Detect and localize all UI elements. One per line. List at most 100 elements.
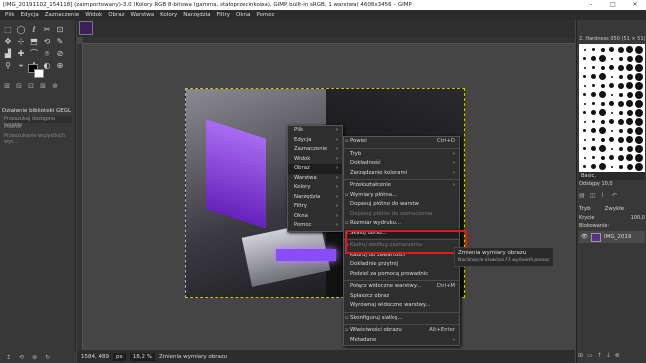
menu-image[interactable]: Obraz xyxy=(105,10,127,20)
brush-thumbnail[interactable] xyxy=(607,108,616,117)
ctx-edit[interactable]: Edycja › xyxy=(288,136,342,146)
brush-thumbnail[interactable] xyxy=(607,90,616,99)
brush-thumbnail[interactable] xyxy=(625,162,634,171)
brush-thumbnail[interactable] xyxy=(589,108,598,117)
layer-mode-row[interactable]: Tryb Zwykłe xyxy=(579,206,645,212)
brush-thumbnail[interactable] xyxy=(589,117,598,126)
flatten-item[interactable]: Spłaszcz obraz xyxy=(344,292,459,302)
gegl-search-input[interactable]: Przeszukaj dostępne korekty xyxy=(4,116,72,128)
vertical-ruler[interactable] xyxy=(77,44,83,350)
ctx-file[interactable]: Plik › xyxy=(288,126,342,136)
transform-item[interactable]: Przekształcenie › xyxy=(344,181,459,191)
brush-thumbnail[interactable] xyxy=(616,153,625,162)
undo-tab-icon[interactable]: ↶ xyxy=(612,192,620,200)
brush-thumbnail[interactable] xyxy=(625,54,634,63)
menu-select[interactable]: Zaznaczenie xyxy=(42,10,83,20)
opacity-row[interactable]: Krycie 100,0 xyxy=(579,215,645,221)
crop-tool-icon[interactable]: ⊡ xyxy=(54,24,66,35)
brush-thumbnail[interactable] xyxy=(616,81,625,90)
ctx-windows[interactable]: Okna › xyxy=(288,212,342,222)
menu-colors[interactable]: Kolory xyxy=(157,10,180,20)
brush-thumbnail[interactable] xyxy=(634,162,643,171)
opacity-value[interactable]: 100,0 xyxy=(631,215,645,221)
brush-thumbnail[interactable] xyxy=(580,153,589,162)
delete-options-icon[interactable]: ⊗ xyxy=(32,354,37,361)
brush-thumbnail[interactable] xyxy=(634,108,643,117)
canvas-size-item[interactable]: ▫ Wymiary płótna... xyxy=(344,191,459,201)
brush-thumbnail[interactable] xyxy=(625,108,634,117)
background-color[interactable] xyxy=(34,69,44,78)
new-group-icon[interactable]: ▭ xyxy=(587,352,593,359)
lower-layer-icon[interactable]: ↓ xyxy=(606,352,611,359)
brush-thumbnail[interactable] xyxy=(616,126,625,135)
bucket-fill-tool-icon[interactable]: ▟ xyxy=(2,48,14,59)
brush-thumbnail[interactable] xyxy=(625,63,634,72)
guillotine-item[interactable]: Podziel za pomocą prowadnic xyxy=(344,270,459,280)
brush-thumbnail[interactable] xyxy=(607,45,616,54)
brush-thumbnail[interactable] xyxy=(607,81,616,90)
horizontal-ruler[interactable] xyxy=(83,37,575,44)
ctx-select[interactable]: Zaznaczenie › xyxy=(288,145,342,155)
brush-thumbnail[interactable] xyxy=(589,153,598,162)
device-status-tab-icon[interactable]: ⊟ xyxy=(14,82,24,91)
paths-tab-icon[interactable]: ⌇ xyxy=(601,192,609,200)
brush-thumbnail[interactable] xyxy=(580,126,589,135)
minimize-icon[interactable]: – xyxy=(580,0,602,10)
menu-layer[interactable]: Warstwa xyxy=(128,10,158,20)
mode-item[interactable]: Tryb › xyxy=(344,150,459,160)
slice-guides-item[interactable]: Dokładnie przytnij xyxy=(344,260,459,270)
fit-canvas-layers-item[interactable]: Dopasuj płótno do warstw xyxy=(344,200,459,210)
brush-thumbnail[interactable] xyxy=(589,63,598,72)
brush-thumbnail[interactable] xyxy=(580,135,589,144)
menu-windows[interactable]: Okna xyxy=(233,10,253,20)
brush-thumbnail[interactable] xyxy=(589,162,598,171)
brush-thumbnail[interactable] xyxy=(580,81,589,90)
brush-thumbnail[interactable] xyxy=(616,135,625,144)
brush-thumbnail[interactable] xyxy=(598,153,607,162)
free-select-tool-icon[interactable]: ℓ xyxy=(28,24,40,35)
ctx-help[interactable]: Pomoc › xyxy=(288,221,342,231)
brush-thumbnail[interactable] xyxy=(607,153,616,162)
brush-thumbnail[interactable] xyxy=(625,144,634,153)
brush-thumbnail[interactable] xyxy=(607,54,616,63)
brush-thumbnail[interactable] xyxy=(589,72,598,81)
brush-thumbnail[interactable] xyxy=(580,108,589,117)
brush-thumbnail[interactable] xyxy=(598,45,607,54)
save-options-icon[interactable]: ↥ xyxy=(6,354,11,361)
print-size-item[interactable]: ▫ Rozmiar wydruku... xyxy=(344,219,459,229)
brush-thumbnail[interactable] xyxy=(580,45,589,54)
layer-name[interactable]: IMG_2019 xyxy=(604,234,631,240)
brush-thumbnail[interactable] xyxy=(589,45,598,54)
brush-thumbnail[interactable] xyxy=(598,144,607,153)
metadata-item[interactable]: Metadane › xyxy=(344,336,459,346)
brush-thumbnail[interactable] xyxy=(634,54,643,63)
brush-thumbnail[interactable] xyxy=(589,54,598,63)
brush-thumbnail[interactable] xyxy=(634,144,643,153)
brush-thumbnail[interactable] xyxy=(598,162,607,171)
dodge-tool-icon[interactable]: ⌾ xyxy=(41,48,53,59)
brush-preset-select[interactable]: Basic, xyxy=(579,172,645,180)
brush-thumbnail[interactable] xyxy=(616,162,625,171)
brush-thumbnail[interactable] xyxy=(598,81,607,90)
brush-thumbnail[interactable] xyxy=(580,117,589,126)
eraser-tool-icon[interactable]: ⊘ xyxy=(54,48,66,59)
spacing-row[interactable]: Odstępy 10,0 xyxy=(579,181,613,187)
brush-thumbnail[interactable] xyxy=(634,153,643,162)
fit-canvas-selection-item[interactable]: Dopasuj płótno do zaznaczenia xyxy=(344,210,459,220)
delete-layer-icon[interactable]: ⊗ xyxy=(615,352,620,359)
brush-grid[interactable] xyxy=(579,44,645,172)
spacing-value[interactable]: 10,0 xyxy=(601,181,612,187)
brush-thumbnail[interactable] xyxy=(589,126,598,135)
brush-thumbnail[interactable] xyxy=(634,72,643,81)
image-tab-thumbnail[interactable] xyxy=(79,21,93,35)
brush-thumbnail[interactable] xyxy=(616,45,625,54)
brush-thumbnail[interactable] xyxy=(625,117,634,126)
raise-layer-icon[interactable]: ↑ xyxy=(597,352,602,359)
brush-thumbnail[interactable] xyxy=(616,72,625,81)
brush-thumbnail[interactable] xyxy=(625,126,634,135)
menu-tools[interactable]: Narzędzia xyxy=(180,10,213,20)
layer-mode-value[interactable]: Zwykłe xyxy=(605,206,625,212)
brush-thumbnail[interactable] xyxy=(607,72,616,81)
brush-thumbnail[interactable] xyxy=(580,162,589,171)
brush-thumbnail[interactable] xyxy=(580,63,589,72)
